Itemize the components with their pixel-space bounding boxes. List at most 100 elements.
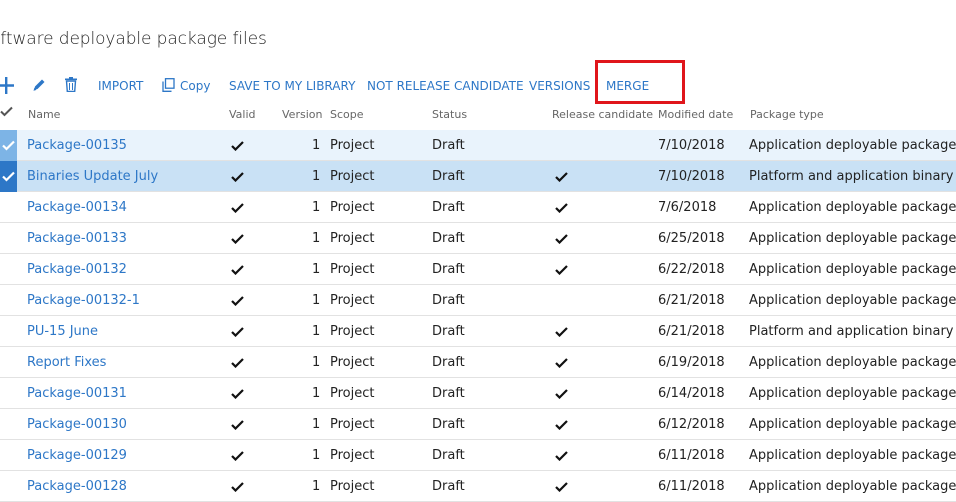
release-candidate-check-icon	[555, 481, 568, 493]
table-row[interactable]: Package-00132 1 Project Draft 6/22/2018 Appli…	[0, 254, 956, 285]
scope-cell: Project	[330, 138, 375, 153]
table-row[interactable]: Package-00134 1 Project Draft 7/6/2018 Applic…	[0, 192, 956, 223]
package-type-cell: Application deployable package	[749, 138, 956, 153]
package-name-link[interactable]: Package-00129	[27, 440, 127, 471]
status-cell: Draft	[432, 293, 465, 308]
modified-date-cell: 6/21/2018	[658, 324, 725, 339]
table-row[interactable]: Report Fixes 1 Project Draft 6/19/2018 Applic…	[0, 347, 956, 378]
version-cell: 1	[312, 200, 321, 215]
package-name-link[interactable]: Package-00135	[27, 130, 127, 161]
modified-date-cell: 6/21/2018	[658, 293, 725, 308]
scope-cell: Project	[330, 417, 375, 432]
row-select-checkbox[interactable]	[0, 161, 17, 192]
status-cell: Draft	[432, 448, 465, 463]
package-name-link[interactable]: Package-00131	[27, 378, 127, 409]
table-row[interactable]: Package-00135 1 Project Draft 7/10/2018 Appli…	[0, 130, 956, 161]
table-row[interactable]: Binaries Update July 1 Project Draft 7/10/20…	[0, 161, 956, 192]
scope-cell: Project	[330, 386, 375, 401]
column-header-scope[interactable]: Scope	[330, 108, 364, 121]
modified-date-cell: 6/11/2018	[658, 479, 725, 494]
valid-check-icon	[231, 295, 244, 307]
package-type-cell: Platform and application binary pa	[749, 169, 956, 184]
table-row[interactable]: PU-15 June 1 Project Draft 6/21/2018 Platform…	[0, 316, 956, 347]
column-header-release-candidate[interactable]: Release candidate	[552, 108, 653, 121]
status-cell: Draft	[432, 138, 465, 153]
modified-date-cell: 6/11/2018	[658, 448, 725, 463]
release-candidate-check-icon	[555, 264, 568, 276]
version-cell: 1	[312, 169, 321, 184]
package-name-link[interactable]: Package-00128	[27, 471, 127, 502]
edit-icon[interactable]	[32, 78, 46, 100]
package-name-link[interactable]: PU-15 June	[27, 316, 98, 347]
column-header-version[interactable]: Version	[282, 108, 322, 121]
package-type-cell: Application deployable package	[749, 200, 956, 215]
scope-cell: Project	[330, 200, 375, 215]
table-row[interactable]: Package-00131 1 Project Draft 6/14/2018 Appli…	[0, 378, 956, 409]
package-name-link[interactable]: Package-00133	[27, 223, 127, 254]
package-type-cell: Application deployable package	[749, 417, 956, 432]
release-candidate-check-icon	[555, 326, 568, 338]
valid-check-icon	[231, 202, 244, 214]
action-toolbar: IMPORT Copy SAVE TO MY LIBRARY NOT RELEA…	[0, 75, 956, 97]
table-row[interactable]: Package-00132-1 1 Project Draft 6/21/2018 App…	[0, 285, 956, 316]
package-name-link[interactable]: Binaries Update July	[27, 161, 158, 192]
valid-check-icon	[231, 264, 244, 276]
table-row[interactable]: Package-00128 1 Project Draft 6/11/2018 Appli…	[0, 471, 956, 502]
column-header-name[interactable]: Name	[28, 108, 60, 121]
scope-cell: Project	[330, 479, 375, 494]
package-type-cell: Application deployable package	[749, 479, 956, 494]
package-type-cell: Platform and application binary pa	[749, 324, 956, 339]
package-name-link[interactable]: Report Fixes	[27, 347, 106, 378]
scope-cell: Project	[330, 355, 375, 370]
scope-cell: Project	[330, 448, 375, 463]
column-header-status[interactable]: Status	[432, 108, 467, 121]
column-header-modified-date[interactable]: Modified date	[658, 108, 733, 121]
valid-check-icon	[231, 481, 244, 493]
row-select-checkbox[interactable]	[0, 130, 17, 161]
modified-date-cell: 6/14/2018	[658, 386, 725, 401]
modified-date-cell: 7/10/2018	[658, 169, 725, 184]
package-name-link[interactable]: Package-00132	[27, 254, 127, 285]
status-cell: Draft	[432, 262, 465, 277]
scope-cell: Project	[330, 231, 375, 246]
table-row[interactable]: Package-00133 1 Project Draft 6/25/2018 Appli…	[0, 223, 956, 254]
versions-button[interactable]: VERSIONS	[529, 75, 590, 97]
import-button[interactable]: IMPORT	[98, 75, 143, 97]
save-to-my-library-button[interactable]: SAVE TO MY LIBRARY	[229, 75, 355, 97]
page-title: oftware deployable package files	[0, 29, 267, 49]
select-all-checkbox[interactable]	[0, 106, 13, 120]
not-release-candidate-button[interactable]: NOT RELEASE CANDIDATE	[367, 75, 524, 97]
delete-icon[interactable]	[65, 77, 77, 99]
version-cell: 1	[312, 262, 321, 277]
release-candidate-check-icon	[555, 357, 568, 369]
version-cell: 1	[312, 355, 321, 370]
table-row[interactable]: Package-00129 1 Project Draft 6/11/2018 Appli…	[0, 440, 956, 471]
copy-icon	[162, 78, 175, 100]
status-cell: Draft	[432, 417, 465, 432]
table-row[interactable]: Package-00130 1 Project Draft 6/12/2018 Appli…	[0, 409, 956, 440]
version-cell: 1	[312, 417, 321, 432]
release-candidate-check-icon	[555, 233, 568, 245]
package-type-cell: Application deployable package	[749, 355, 956, 370]
release-candidate-check-icon	[555, 419, 568, 431]
modified-date-cell: 6/22/2018	[658, 262, 725, 277]
package-name-link[interactable]: Package-00132-1	[27, 285, 140, 316]
package-type-cell: Application deployable package	[749, 386, 956, 401]
valid-check-icon	[231, 419, 244, 431]
scope-cell: Project	[330, 169, 375, 184]
version-cell: 1	[312, 293, 321, 308]
status-cell: Draft	[432, 169, 465, 184]
copy-button[interactable]: Copy	[180, 75, 210, 97]
column-header-package-type[interactable]: Package type	[750, 108, 824, 121]
package-name-link[interactable]: Package-00130	[27, 409, 127, 440]
version-cell: 1	[312, 479, 321, 494]
version-cell: 1	[312, 448, 321, 463]
column-header-valid[interactable]: Valid	[229, 108, 256, 121]
release-candidate-check-icon	[555, 202, 568, 214]
package-name-link[interactable]: Package-00134	[27, 192, 127, 223]
release-candidate-check-icon	[555, 388, 568, 400]
package-type-cell: Application deployable package	[749, 262, 956, 277]
add-icon[interactable]	[0, 76, 14, 98]
modified-date-cell: 6/12/2018	[658, 417, 725, 432]
status-cell: Draft	[432, 479, 465, 494]
